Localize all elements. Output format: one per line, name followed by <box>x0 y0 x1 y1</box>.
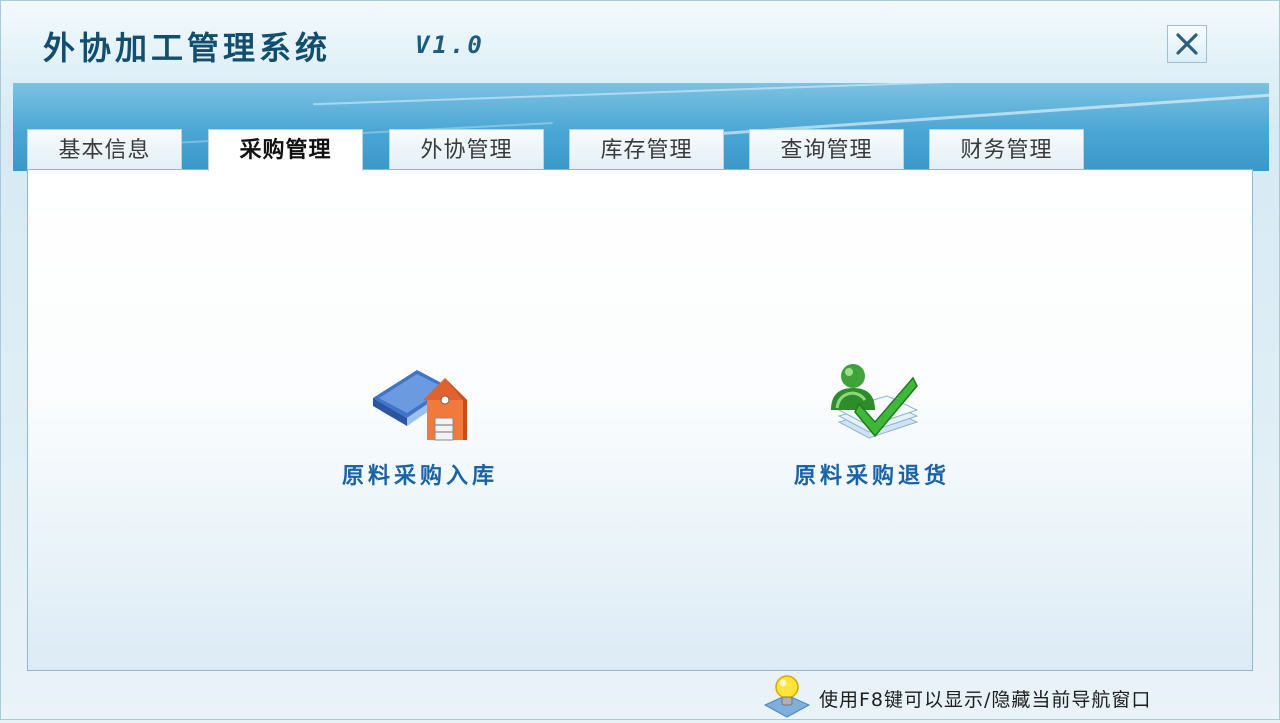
tab-content-panel: 原料采购入库 原料采购退货 <box>27 169 1253 671</box>
tab-finance-management[interactable]: 财务管理 <box>929 129 1084 169</box>
lightbulb-icon <box>763 675 811 718</box>
action-label: 原料采购退货 <box>793 464 950 489</box>
status-bar: 使用F8键可以显示/隐藏当前导航窗口 <box>1 673 1279 719</box>
tab-purchase-management[interactable]: 采购管理 <box>208 129 363 171</box>
tab-basic-info[interactable]: 基本信息 <box>27 129 182 169</box>
f8-hint-text: 使用F8键可以显示/隐藏当前导航窗口 <box>819 689 1152 711</box>
warehouse-book-icon <box>373 370 467 441</box>
raw-material-purchase-inbound-button[interactable]: 原料采购入库 <box>320 360 520 490</box>
app-window: 外协加工管理系统 V1.0 基本信息 采购管理 外协管理 库存管理 查询管理 财… <box>0 0 1280 720</box>
raw-material-purchase-return-button[interactable]: 原料采购退货 <box>772 360 972 490</box>
tab-outsource-management[interactable]: 外协管理 <box>389 129 544 169</box>
tab-query-management[interactable]: 查询管理 <box>749 129 904 169</box>
tab-inventory-management[interactable]: 库存管理 <box>569 129 724 169</box>
app-version: V1.0 <box>415 31 485 59</box>
app-title: 外协加工管理系统 <box>43 29 332 67</box>
title-bar: 外协加工管理系统 V1.0 <box>1 1 1279 83</box>
close-icon <box>1176 33 1198 55</box>
close-button[interactable] <box>1167 25 1207 63</box>
user-return-check-icon <box>831 364 919 439</box>
action-label: 原料采购入库 <box>341 464 498 489</box>
